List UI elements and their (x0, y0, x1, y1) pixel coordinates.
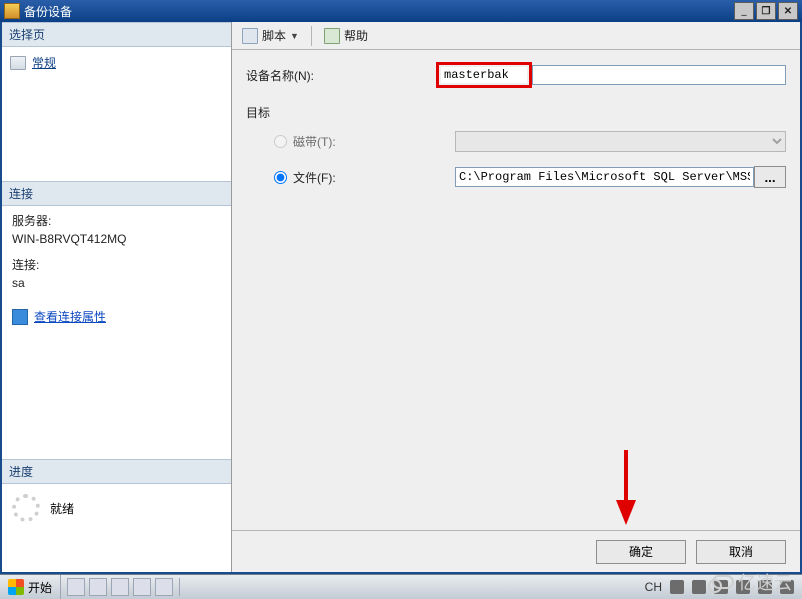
left-panel: 选择页 常规 连接 服务器: WIN-B8RVQT412MQ 连接: sa 查看… (2, 22, 232, 572)
tray-icon-2[interactable] (692, 580, 706, 594)
cloud-icon (712, 575, 734, 589)
titlebar: 备份设备 _ ❐ ✕ (0, 0, 802, 22)
language-indicator[interactable]: CH (645, 580, 662, 594)
ql-icon-1[interactable] (67, 578, 85, 596)
start-button[interactable]: 开始 (0, 575, 61, 599)
server-value: WIN-B8RVQT412MQ (12, 230, 221, 248)
ql-icon-3[interactable] (111, 578, 129, 596)
tray-icon-1[interactable] (670, 580, 684, 594)
minimize-button[interactable]: _ (734, 2, 754, 20)
toolbar: 脚本 ▼ 帮助 (232, 22, 800, 50)
file-radio-label: 文件(F): (293, 169, 455, 186)
view-connection-properties-link[interactable]: 查看连接属性 (34, 308, 106, 325)
ok-button[interactable]: 确定 (596, 540, 686, 564)
start-label: 开始 (28, 579, 52, 596)
maximize-button[interactable]: ❐ (756, 2, 776, 20)
help-label: 帮助 (344, 27, 368, 44)
main-panel: 脚本 ▼ 帮助 设备名称(N): (232, 22, 800, 572)
device-name-input-highlighted[interactable] (441, 67, 527, 83)
taskbar: 开始 CH (0, 574, 802, 599)
file-radio[interactable] (274, 171, 287, 184)
watermark-text: 亿速云 (738, 569, 792, 595)
tape-radio-label: 磁带(T): (293, 133, 455, 150)
server-label: 服务器: (12, 212, 221, 230)
nav-general-label: 常规 (32, 54, 56, 71)
close-button[interactable]: ✕ (778, 2, 798, 20)
watermark: 亿速云 (712, 569, 792, 595)
nav-general[interactable]: 常规 (10, 52, 223, 73)
server-icon (12, 309, 28, 325)
quick-launch (61, 578, 180, 596)
connection-value: sa (12, 274, 221, 292)
ql-icon-4[interactable] (133, 578, 151, 596)
device-name-highlight (436, 62, 532, 88)
device-name-label: 设备名称(N): (246, 67, 436, 84)
ql-icon-5[interactable] (155, 578, 173, 596)
cancel-button[interactable]: 取消 (696, 540, 786, 564)
windows-logo-icon (8, 579, 24, 595)
annotation-arrow-icon (612, 450, 640, 530)
connection-info: 服务器: WIN-B8RVQT412MQ 连接: sa (2, 206, 231, 298)
tape-radio (274, 135, 287, 148)
chevron-down-icon: ▼ (290, 31, 299, 41)
script-label: 脚本 (262, 27, 286, 44)
progress-header: 进度 (2, 459, 231, 484)
help-icon (324, 28, 340, 44)
select-page-header: 选择页 (2, 22, 231, 47)
device-name-input[interactable] (532, 65, 786, 85)
ql-icon-2[interactable] (89, 578, 107, 596)
browse-button[interactable]: ... (754, 166, 786, 188)
connection-label: 连接: (12, 256, 221, 274)
help-button[interactable]: 帮助 (320, 25, 372, 46)
script-icon (242, 28, 258, 44)
app-icon (4, 3, 20, 19)
dialog-buttons: 确定 取消 (232, 530, 800, 572)
tape-combo (455, 131, 786, 152)
progress-status: 就绪 (50, 500, 74, 517)
window-controls: _ ❐ ✕ (732, 2, 798, 20)
page-icon (10, 56, 26, 70)
progress-spinner-icon (12, 494, 40, 522)
toolbar-divider (311, 26, 312, 46)
connection-header: 连接 (2, 181, 231, 206)
window-title: 备份设备 (24, 3, 72, 20)
target-group-label: 目标 (246, 98, 786, 125)
script-button[interactable]: 脚本 ▼ (238, 25, 303, 46)
file-path-input[interactable] (455, 167, 754, 187)
